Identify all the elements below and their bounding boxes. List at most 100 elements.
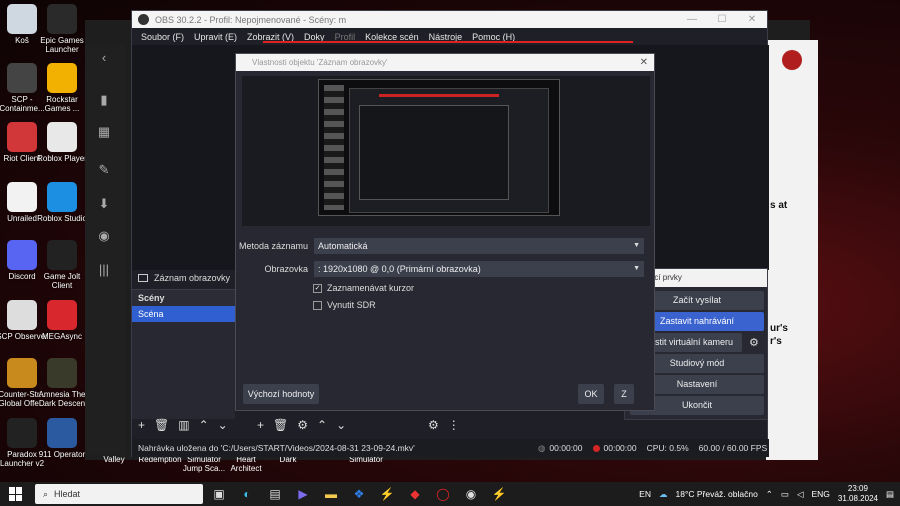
obs-taskbar-icon[interactable]: ◉ [459,484,483,504]
capture-cursor-label: Zaznamenávat kurzor [327,283,415,293]
checkbox-checked-icon[interactable]: ✓ [313,283,322,293]
edge-icon[interactable]: ◐ [235,484,259,504]
mixer-menu-icon[interactable]: ⋮ [448,418,460,432]
desktop-icon[interactable]: 911 Operator [34,418,90,459]
tray-chevron-icon[interactable]: ⌃ [766,489,773,500]
network-icon[interactable]: ▭ [781,489,789,500]
back-arrow-icon[interactable]: ‹ [96,50,112,66]
checkbox-empty-icon[interactable] [313,300,322,310]
weather-text[interactable]: 18°C Převáž. oblačno [675,489,757,499]
defaults-button[interactable]: Výchozí hodnoty [243,384,319,404]
menu-scene-collection[interactable]: Kolekce scén [360,32,424,42]
dialog-close-icon[interactable]: ✕ [640,54,648,71]
desktop-icon[interactable]: Roblox Player [34,122,90,163]
clock[interactable]: 23:09 31.08.2024 [838,484,878,504]
source-tools: + 🗑 ⚙ ⌃ ⌄ [257,418,346,432]
source-name: Záznam obrazovky [154,273,231,283]
fps-counter: 60.00 / 60.00 FPS [698,443,768,453]
ok-button[interactable]: OK [578,384,604,404]
browser-right-panel: s at ur's r's [766,40,818,460]
avatar[interactable] [782,50,802,70]
source-toolbar: Záznam obrazovky [132,267,232,289]
scene-item[interactable]: Scéna [132,306,235,322]
down-arrow-icon[interactable]: ⌄ [218,418,228,432]
sidebar-app-icon[interactable]: ▮ [96,92,112,108]
dropbox-icon[interactable]: ❖ [347,484,371,504]
desktop-icon-label: Rockstar Games ... [44,95,80,113]
desktop-icon[interactable]: Roblox Studio [34,182,90,223]
mixer-settings-icon[interactable]: ⚙ [428,418,439,432]
menu-tools[interactable]: Nástroje [424,32,468,42]
sidebar-game-icon[interactable]: ✎ [96,162,112,178]
up-arrow-icon[interactable]: ⌃ [199,418,209,432]
task-view-icon[interactable]: ▣ [207,484,231,504]
browser-text-2: ur's [770,323,788,334]
menu-edit[interactable]: Upravit (E) [189,32,242,42]
dialog-titlebar: Vlastnosti objektu 'Záznam obrazovky' ✕ [236,54,654,71]
search-icon: ⌕ [43,488,49,499]
paradox-icon [7,418,37,448]
cancel-button[interactable]: Z [614,384,634,404]
volume-icon[interactable]: ◁ [797,489,804,500]
trash-icon[interactable]: 🗑 [154,418,169,432]
add-icon[interactable]: + [138,418,145,432]
stream-time: 00:00:00 [549,443,583,453]
desktop-icon[interactable]: Game Jolt Client [34,240,90,290]
gear-icon[interactable]: ⚙ [297,418,308,432]
menu-profile[interactable]: Profil [330,32,361,42]
media-icon[interactable]: ▶ [291,484,315,504]
desktop-icon[interactable]: MEGAsync [34,300,90,341]
source-up-icon[interactable]: ⌃ [317,418,327,432]
windows-start-icon[interactable] [9,487,23,501]
virtual-camera-settings-icon[interactable]: ⚙ [749,337,761,349]
keyboard-lang[interactable]: ENG [812,489,830,499]
status-message: Nahrávka uložena do 'C:/Users/START/Vide… [138,443,415,453]
notification-icon[interactable]: ▤ [886,489,894,500]
discord-icon [7,240,37,270]
riot-icon [7,122,37,152]
desktop-icon[interactable]: Epic Games Launcher [34,4,90,54]
obs-titlebar: OBS 30.2.2 - Profil: Nepojmenované - Scé… [132,11,767,28]
opera-icon[interactable]: ◯ [431,484,455,504]
capture-method-select[interactable]: Automatická ▼ [314,238,644,254]
taskbar: ⌕ Hledat ▣ ◐ ▤ ▶ ▬ ❖ ⚡ ◆ ◯ ◉ ⚡ EN ☁ 18°C… [0,482,900,506]
close-icon[interactable]: ✕ [737,14,767,25]
add-source-icon[interactable]: + [257,418,264,432]
minimize-icon[interactable]: — [677,14,707,25]
sidebar-hub-icon[interactable]: ◉ [96,228,112,244]
properties-dialog: Vlastnosti objektu 'Záznam obrazovky' ✕ … [235,53,655,411]
sidebar-store-icon[interactable]: ▦ [96,124,112,140]
display-select[interactable]: : 1920x1080 @ 0,0 (Primární obrazovka) ▼ [314,261,644,277]
obs-window-title: OBS 30.2.2 - Profil: Nepojmenované - Scé… [155,14,347,25]
menu-file[interactable]: Soubor (F) [136,32,189,42]
menu-docks[interactable]: Doky [299,32,330,42]
scenes-header: Scény [132,290,235,306]
desktop-icon-label: MEGAsync [41,332,82,341]
desktop-icon-label: 911 Operator [38,450,86,459]
menu-help[interactable]: Pomoc (H) [467,32,520,42]
folder-icon[interactable]: ▬ [319,484,343,504]
trash-source-icon[interactable]: 🗑 [273,418,288,432]
vscode-icon[interactable]: ⚡ [375,484,399,504]
menu-view[interactable]: Zobrazit (V) [242,32,299,42]
app-taskbar-icon[interactable]: ⚡ [487,484,511,504]
weather-icon: ☁ [658,488,668,499]
scp-observer-icon [7,300,37,330]
taskbar-search[interactable]: ⌕ Hledat [35,484,203,504]
desktop-icon[interactable]: Amnesia The Dark Descen [34,358,90,408]
lang-indicator[interactable]: EN [639,489,651,499]
capture-cursor-checkbox[interactable]: ✓ Zaznamenávat kurzor [313,283,414,293]
display-value: : 1920x1080 @ 0,0 (Primární obrazovka) [318,264,481,274]
store-icon[interactable]: ▤ [263,484,287,504]
source-down-icon[interactable]: ⌄ [336,418,346,432]
maximize-icon[interactable]: ☐ [707,14,737,25]
sidebar-library-icon[interactable]: ||| [96,262,112,278]
capture-method-value: Automatická [318,241,368,251]
filter-icon[interactable]: ▥ [178,418,189,432]
clock-date: 31.08.2024 [837,494,878,503]
desktop-icon[interactable]: Rockstar Games ... [34,63,90,113]
sidebar-download-icon[interactable]: ⬇ [96,196,112,212]
force-sdr-checkbox[interactable]: Vynutit SDR [313,300,376,310]
desktop-icon-label: Roblox Studio [37,214,87,223]
roblox-taskbar-icon[interactable]: ◆ [403,484,427,504]
